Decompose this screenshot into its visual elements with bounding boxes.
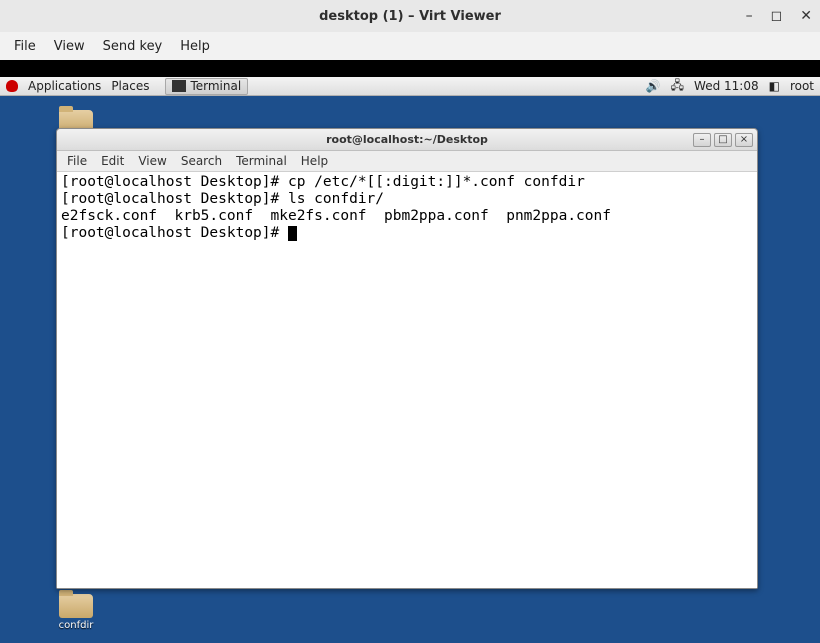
vv-menu-sendkey[interactable]: Send key [103,39,163,54]
term-line3-output: e2fsck.conf krb5.conf mke2fs.conf pbm2pp… [61,208,611,224]
terminal-icon [172,80,186,92]
term-menu-view[interactable]: View [138,154,166,168]
distro-logo-icon [6,80,18,92]
terminal-menubar: File Edit View Search Terminal Help [57,151,757,172]
term-line2-prompt: [root@localhost Desktop]# [61,191,288,207]
vv-menu-view[interactable]: View [54,39,85,54]
black-border-strip [0,60,820,77]
virt-viewer-titlebar[interactable]: desktop (1) – Virt Viewer – ◻ ✕ [0,0,820,32]
term-line1-cmd: cp /etc/*[[:digit:]]*.conf confdir [288,174,585,190]
desktop-folder-confdir[interactable]: confdir [56,594,96,631]
clock-label[interactable]: Wed 11:08 [694,79,759,93]
term-line1-prompt: [root@localhost Desktop]# [61,174,288,190]
gnome-top-panel: Applications Places Terminal 🔊 🖧 Wed 11:… [0,77,820,96]
folder-icon [59,594,93,618]
terminal-content[interactable]: [root@localhost Desktop]# cp /etc/*[[:di… [57,172,757,588]
vv-maximize-button[interactable]: ◻ [771,8,783,24]
term-line2-cmd: ls confdir/ [288,191,384,207]
term-menu-terminal[interactable]: Terminal [236,154,287,168]
applications-menu[interactable]: Applications [28,79,101,93]
terminal-close-button[interactable]: × [735,133,753,147]
vv-close-button[interactable]: ✕ [800,8,812,24]
places-menu[interactable]: Places [111,79,149,93]
vv-menu-file[interactable]: File [14,39,36,54]
user-label[interactable]: root [790,79,814,93]
virt-viewer-title: desktop (1) – Virt Viewer [0,9,820,24]
taskbar-terminal-label: Terminal [190,79,241,93]
desktop-folder-confdir-label: confdir [56,620,96,631]
guest-desktop[interactable]: confdir root@localhost:~/Desktop – □ × F… [0,96,820,643]
vv-menu-help[interactable]: Help [180,39,210,54]
virt-viewer-menubar: File View Send key Help [0,32,820,60]
term-menu-search[interactable]: Search [181,154,222,168]
term-menu-help[interactable]: Help [301,154,328,168]
terminal-titlebar[interactable]: root@localhost:~/Desktop – □ × [57,129,757,151]
network-icon[interactable]: 🖧 [671,76,684,97]
sound-icon[interactable]: 🔊 [646,79,661,93]
vv-minimize-button[interactable]: – [746,8,753,24]
term-menu-edit[interactable]: Edit [101,154,124,168]
terminal-cursor [288,226,297,241]
taskbar-terminal-button[interactable]: Terminal [165,78,248,95]
terminal-window[interactable]: root@localhost:~/Desktop – □ × File Edit… [56,128,758,589]
terminal-title: root@localhost:~/Desktop [57,133,757,146]
terminal-minimize-button[interactable]: – [693,133,711,147]
terminal-maximize-button[interactable]: □ [714,133,732,147]
user-menu-icon[interactable]: ◧ [769,79,780,93]
term-menu-file[interactable]: File [67,154,87,168]
term-line4-prompt: [root@localhost Desktop]# [61,225,288,241]
